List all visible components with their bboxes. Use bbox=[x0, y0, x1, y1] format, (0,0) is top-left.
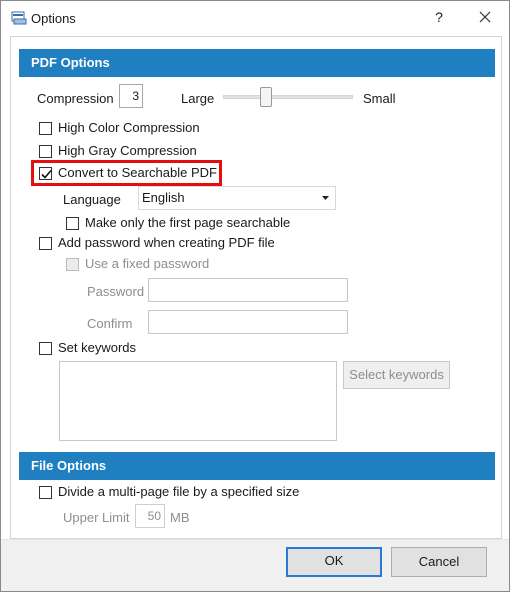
password-field[interactable] bbox=[148, 278, 348, 302]
fixed-password-checkbox[interactable] bbox=[66, 258, 79, 271]
select-keywords-button[interactable]: Select keywords bbox=[343, 361, 450, 389]
high-color-label: High Color Compression bbox=[58, 120, 200, 135]
set-keywords-checkbox[interactable] bbox=[39, 342, 52, 355]
cancel-button[interactable]: Cancel bbox=[391, 547, 487, 577]
help-button[interactable]: ? bbox=[428, 6, 450, 28]
convert-searchable-checkbox[interactable] bbox=[39, 167, 52, 180]
check-icon bbox=[41, 169, 52, 179]
divide-file-checkbox[interactable] bbox=[39, 486, 52, 499]
compression-slider-track[interactable] bbox=[223, 95, 353, 99]
keywords-list[interactable] bbox=[59, 361, 337, 441]
compression-label: Compression bbox=[37, 91, 114, 106]
options-dialog: Options ? PDF Options Compression 3 Larg… bbox=[0, 0, 510, 592]
ok-button[interactable]: OK bbox=[286, 547, 382, 577]
slider-large-label: Large bbox=[181, 91, 215, 106]
file-options-header: File Options bbox=[19, 452, 495, 480]
upper-limit-label: Upper Limit bbox=[63, 510, 130, 525]
language-select[interactable]: English bbox=[138, 186, 336, 210]
divide-file-label: Divide a multi-page file by a specified … bbox=[58, 484, 300, 499]
high-color-checkbox[interactable] bbox=[39, 122, 52, 135]
convert-searchable-label: Convert to Searchable PDF bbox=[58, 165, 217, 180]
title-bar: Options ? bbox=[1, 1, 509, 35]
close-button[interactable] bbox=[471, 6, 499, 28]
add-password-label: Add password when creating PDF file bbox=[58, 235, 275, 250]
language-label: Language bbox=[63, 192, 121, 207]
slider-small-label: Small bbox=[363, 91, 396, 106]
window-title: Options bbox=[31, 11, 76, 26]
high-gray-checkbox[interactable] bbox=[39, 145, 52, 158]
upper-limit-unit: MB bbox=[170, 510, 190, 525]
compression-input[interactable]: 3 bbox=[119, 84, 143, 108]
fixed-password-label: Use a fixed password bbox=[85, 256, 210, 271]
language-value: English bbox=[142, 190, 185, 205]
close-icon bbox=[479, 11, 491, 23]
first-page-label: Make only the first page searchable bbox=[85, 215, 291, 230]
app-icon bbox=[11, 11, 27, 25]
set-keywords-label: Set keywords bbox=[58, 340, 137, 355]
confirm-field[interactable] bbox=[148, 310, 348, 334]
upper-limit-input[interactable]: 50 bbox=[135, 504, 165, 528]
add-password-checkbox[interactable] bbox=[39, 237, 52, 250]
confirm-label: Confirm bbox=[87, 316, 133, 331]
password-label: Password bbox=[87, 284, 145, 299]
high-gray-label: High Gray Compression bbox=[58, 143, 197, 158]
options-panel: PDF Options Compression 3 Large Small Hi… bbox=[10, 36, 502, 539]
first-page-checkbox[interactable] bbox=[66, 217, 79, 230]
compression-slider-thumb[interactable] bbox=[260, 87, 272, 107]
dialog-footer: OK Cancel bbox=[1, 540, 509, 591]
pdf-options-header: PDF Options bbox=[19, 49, 495, 77]
dropdown-caret-icon bbox=[322, 196, 329, 200]
